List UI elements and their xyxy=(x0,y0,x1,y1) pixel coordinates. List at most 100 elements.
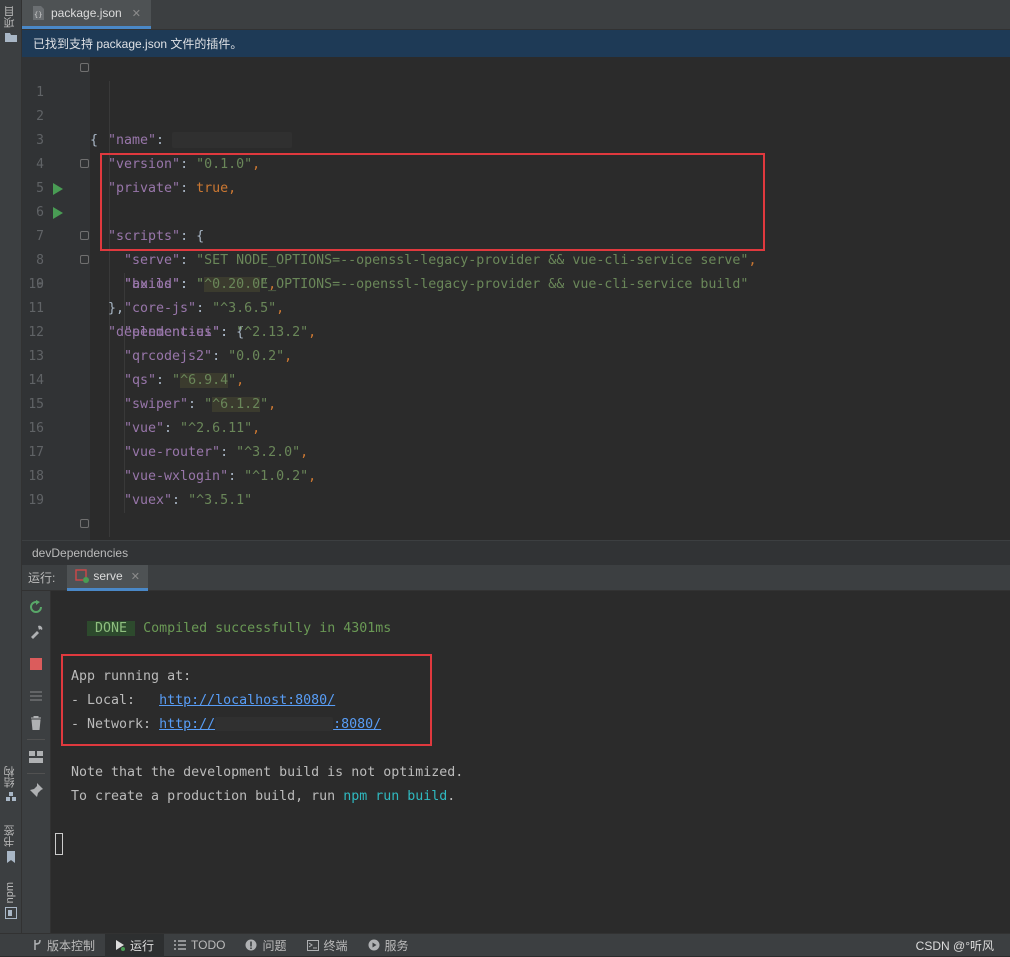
terminal-icon xyxy=(306,939,319,951)
run-tab-label: serve xyxy=(93,569,123,583)
edit-config-button[interactable] xyxy=(28,624,44,640)
code-line: 4 "private": true, xyxy=(22,129,1010,196)
json-key: "swiper" xyxy=(124,397,189,412)
bookmarks-tool-label: 书签 xyxy=(4,825,16,847)
status-label: TODO xyxy=(191,938,226,952)
run-tab-serve[interactable]: serve ✕ xyxy=(67,564,148,591)
code-line: 1 { xyxy=(22,57,1010,148)
npm-tool-label: npm xyxy=(4,882,16,904)
svg-text:{}: {} xyxy=(34,11,42,19)
bookmark-icon xyxy=(6,851,15,863)
stop-button[interactable] xyxy=(28,656,44,672)
npm-run-config-icon xyxy=(75,569,90,583)
json-key: "vuex" xyxy=(124,493,173,508)
trash-icon xyxy=(31,716,41,730)
status-services[interactable]: 服务 xyxy=(358,934,419,957)
npm-tool-tab[interactable]: npm xyxy=(0,882,21,920)
code-line: 18 "vue-wxlogin": "^1.0.2", xyxy=(22,465,1010,489)
json-key: "vue-wxlogin" xyxy=(124,469,229,484)
status-vcs[interactable]: 版本控制 xyxy=(22,934,105,957)
rerun-button[interactable] xyxy=(28,599,44,615)
local-url-link[interactable]: http://localhost:8080/ xyxy=(159,693,335,708)
run-console[interactable]: DONE Compiled successfully in 4301ms App… xyxy=(51,591,1010,933)
project-tool-tab[interactable]: 项目 xyxy=(0,6,21,42)
line-number: 12 xyxy=(28,325,44,340)
stop-icon xyxy=(30,658,42,670)
json-key: "vue" xyxy=(124,421,165,436)
fold-marker-icon[interactable] xyxy=(80,231,89,240)
network-label: - Network: xyxy=(71,717,160,732)
tab-package-json[interactable]: {} package.json ✕ xyxy=(22,0,151,29)
redacted-ip xyxy=(215,717,334,731)
code-line: 8 }, xyxy=(22,225,1010,316)
breadcrumb[interactable]: devDependencies xyxy=(22,540,1010,565)
bookmarks-tool-tab[interactable]: 书签 xyxy=(0,825,21,863)
layout-icon xyxy=(29,751,43,763)
run-icon xyxy=(116,940,126,951)
code-line: 19 "vuex": "^3.5.1" xyxy=(22,489,1010,513)
status-problems[interactable]: 问题 xyxy=(235,934,296,957)
npm-icon xyxy=(4,907,17,920)
console-line: Note that the development build is not o… xyxy=(71,761,463,785)
code-line: 3 "version": "0.1.0", xyxy=(22,105,1010,172)
fold-marker-icon[interactable] xyxy=(80,255,89,264)
json-key: "axios" xyxy=(124,277,181,292)
console-line: - Network: http://:8080/ xyxy=(71,713,381,737)
run-script-build-icon[interactable] xyxy=(53,207,63,219)
line-number: 10 xyxy=(28,277,44,292)
line-number: 14 xyxy=(28,373,44,388)
line-number: 15 xyxy=(28,397,44,412)
compiled-message: Compiled successfully in 4301ms xyxy=(143,621,392,636)
run-panel-header: 运行: serve ✕ xyxy=(22,564,1010,591)
status-todo[interactable]: TODO xyxy=(164,934,235,957)
code-line: 10 "axios": "^0.20.0", xyxy=(22,273,1010,297)
code-editor[interactable]: 1 { 2 "name": 3 "version": "0.1.0", 4 "p… xyxy=(22,57,1010,540)
code-line: 13 "qrcodejs2": "0.0.2", xyxy=(22,345,1010,369)
json-value: ^1.0.2 xyxy=(252,469,301,484)
line-number: 13 xyxy=(28,349,44,364)
code-line: 12 "element-ui": "^2.13.2", xyxy=(22,321,1010,345)
toolbar-divider xyxy=(27,739,45,740)
code-line: 5 "scripts": { xyxy=(22,153,1010,244)
network-url-link[interactable]: http://:8080/ xyxy=(159,717,381,732)
close-icon[interactable]: ✕ xyxy=(132,7,141,20)
breadcrumb-text: devDependencies xyxy=(32,546,129,560)
problems-icon xyxy=(245,939,257,951)
code-line: 9 "dependencies": { xyxy=(22,249,1010,340)
app-running-text: App running at: xyxy=(71,669,192,684)
prod-text: To create a production build, run xyxy=(71,789,344,804)
console-input-caret[interactable] xyxy=(55,833,63,855)
code-line: 15 "swiper": "^6.1.2", xyxy=(22,393,1010,417)
status-label: 问题 xyxy=(262,938,287,953)
npm-command: npm run build xyxy=(343,789,448,804)
json-value: ^2.6.11 xyxy=(188,421,245,436)
structure-tool-tab[interactable]: 结构 xyxy=(0,766,21,802)
local-label: - Local: xyxy=(71,693,160,708)
status-label: 运行 xyxy=(130,938,155,953)
json-key: "qrcodejs2" xyxy=(124,349,213,364)
status-bar: 版本控制 运行 TODO 问题 终端 服务 CSDN @°听风 xyxy=(0,933,1010,957)
folder-icon xyxy=(4,33,17,42)
layout-button[interactable] xyxy=(28,749,44,765)
scroll-to-end-button[interactable] xyxy=(28,688,44,704)
clear-console-button[interactable] xyxy=(28,715,44,731)
run-script-serve-icon[interactable] xyxy=(53,183,63,195)
tab-label: package.json xyxy=(51,6,122,20)
status-terminal[interactable]: 终端 xyxy=(297,934,358,957)
close-icon[interactable]: ✕ xyxy=(131,570,140,583)
line-number: 18 xyxy=(28,469,44,484)
fold-marker-icon[interactable] xyxy=(80,519,89,528)
services-icon xyxy=(368,939,380,951)
line-number: 11 xyxy=(28,301,44,316)
json-key: "core-js" xyxy=(124,301,197,316)
pin-tab-button[interactable] xyxy=(28,782,44,798)
fold-marker-icon[interactable] xyxy=(80,159,89,168)
status-label: 终端 xyxy=(323,938,348,953)
fold-marker-icon[interactable] xyxy=(80,63,89,72)
plugin-notification-banner: 已找到支持 package.json 文件的插件。 xyxy=(22,30,1010,57)
status-run[interactable]: 运行 xyxy=(105,933,165,957)
code-line: 11 "core-js": "^3.6.5", xyxy=(22,297,1010,321)
json-value: ^2.13.2 xyxy=(244,325,301,340)
json-value: ^3.6.5 xyxy=(220,301,269,316)
project-tool-label: 项目 xyxy=(4,6,16,28)
